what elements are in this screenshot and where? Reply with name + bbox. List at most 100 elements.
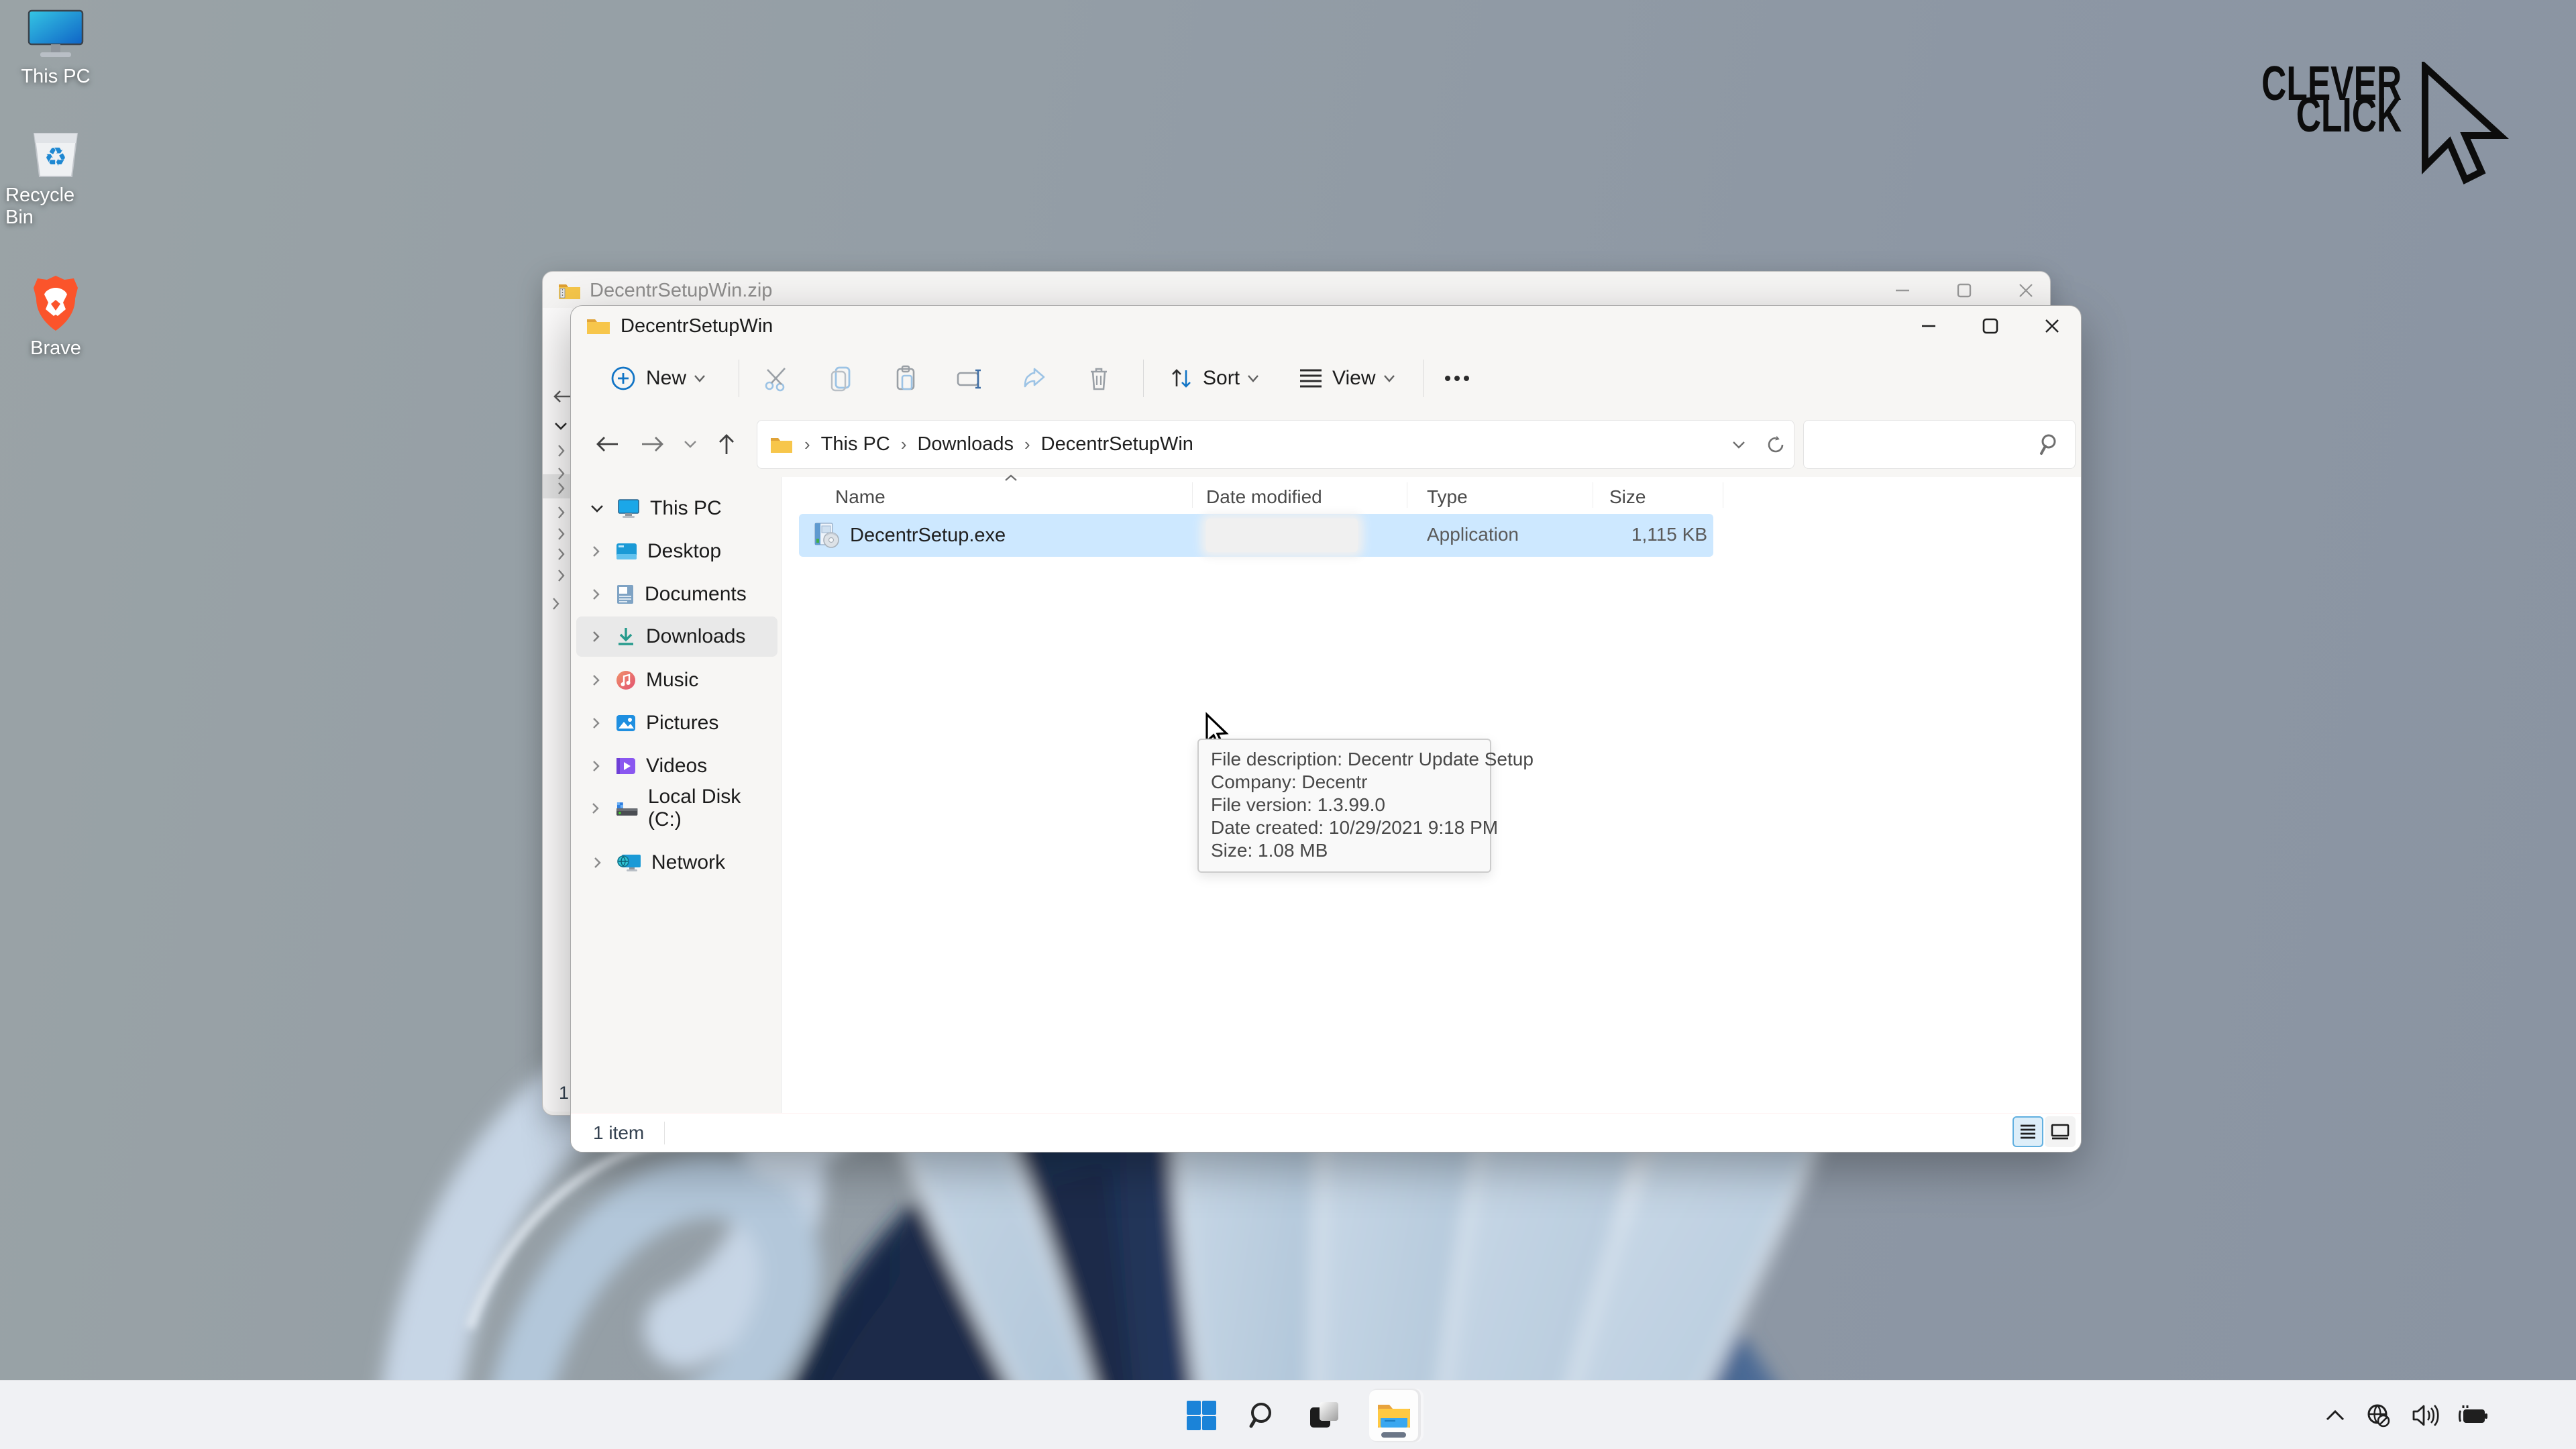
desktop-icon-this-pc[interactable]: This PC	[5, 9, 106, 88]
nav-forward-button[interactable]	[635, 427, 670, 462]
taskbar-search-button[interactable]	[1246, 1398, 1281, 1433]
refresh-icon[interactable]	[1764, 433, 1787, 456]
chevron-right-icon	[558, 468, 565, 480]
sidebar-item-label: Local Disk (C:)	[647, 786, 741, 830]
sidebar-item-network[interactable]: Network	[576, 843, 777, 883]
cursor-arrow-logo-icon	[2422, 62, 2509, 184]
task-view-button[interactable]	[1307, 1398, 1342, 1433]
explorer-maximize-button[interactable]	[1969, 307, 2012, 345]
zip-window-title: DecentrSetupWin.zip	[590, 280, 773, 301]
more-options-button[interactable]	[1437, 356, 1477, 401]
chevron-right-icon	[558, 528, 565, 540]
taskbar	[0, 1380, 2576, 1449]
chevron-right-icon[interactable]	[587, 802, 604, 815]
sort-button[interactable]: Sort	[1159, 356, 1269, 401]
chevron-right-icon[interactable]	[587, 716, 604, 730]
chevron-down-icon[interactable]	[1731, 439, 1747, 450]
file-type: Application	[1427, 524, 1519, 545]
explorer-titlebar: DecentrSetupWin	[571, 306, 2081, 346]
column-header-size[interactable]: Size	[1609, 486, 1646, 508]
desktop-folder-icon	[616, 543, 637, 559]
desktop-icons: This PC ♻ Recycle Bin Brave	[5, 7, 106, 360]
paste-button[interactable]	[884, 356, 927, 401]
breadcrumb-this-pc[interactable]: This PC	[821, 433, 890, 455]
thumbnail-view-toggle[interactable]	[2045, 1116, 2076, 1147]
new-button[interactable]: New	[598, 356, 718, 401]
nav-up-button[interactable]	[709, 427, 744, 462]
chevron-right-icon[interactable]	[587, 674, 604, 687]
copy-button[interactable]	[820, 356, 863, 401]
sidebar-item-label: Pictures	[646, 712, 719, 734]
sidebar-item-local-disk-c[interactable]: Local Disk (C:)	[576, 786, 777, 830]
task-view-icon	[1310, 1401, 1338, 1428]
sidebar-item-pictures[interactable]: Pictures	[576, 703, 777, 743]
chevron-right-icon[interactable]	[587, 759, 604, 773]
hidden-icons-button[interactable]	[2324, 1408, 2347, 1423]
sidebar-item-videos[interactable]: Videos	[576, 746, 777, 786]
explorer-minimize-button[interactable]	[1907, 307, 1950, 345]
file-list-pane: Name Date modified Type Size DecentrSetu…	[782, 474, 2081, 1114]
chevron-right-icon[interactable]	[587, 630, 604, 643]
address-bar-right	[1731, 433, 1787, 456]
brave-browser-icon	[34, 276, 78, 331]
downloads-icon	[619, 628, 633, 645]
column-header-name[interactable]: Name	[835, 486, 885, 508]
desktop-icon-brave[interactable]: Brave	[5, 273, 106, 360]
start-button[interactable]	[1184, 1398, 1219, 1433]
rename-icon	[957, 369, 981, 389]
share-button[interactable]	[1013, 356, 1056, 401]
breadcrumb-downloads[interactable]: Downloads	[917, 433, 1013, 455]
chevron-right-icon[interactable]	[587, 545, 604, 558]
volume-button[interactable]	[2411, 1403, 2439, 1428]
this-pc-icon	[618, 499, 639, 518]
rename-button[interactable]	[949, 356, 991, 401]
column-header-type[interactable]: Type	[1427, 486, 1468, 508]
minimize-icon	[1922, 325, 1935, 327]
details-view-toggle[interactable]	[2012, 1116, 2043, 1147]
column-separator[interactable]	[1192, 482, 1193, 508]
desktop: CLEVER CLICK This PC ♻ Recycle Bin Brave…	[0, 0, 2576, 1449]
zip-close-button[interactable]	[2004, 272, 2047, 309]
sidebar-item-desktop[interactable]: Desktop	[576, 531, 777, 572]
minimize-icon	[1896, 289, 1909, 292]
chevron-down-icon[interactable]	[588, 504, 606, 514]
nav-recent-chevron-button[interactable]	[673, 427, 708, 462]
sidebar-item-label: Videos	[646, 755, 708, 777]
search-input[interactable]	[1803, 420, 2076, 469]
breadcrumb-separator: ›	[804, 434, 810, 454]
zip-window-left-strip: 1	[543, 308, 572, 1112]
address-bar[interactable]: › This PC › Downloads › DecentrSetupWin	[757, 420, 1794, 469]
tooltip-file-version: File version: 1.3.99.0	[1211, 794, 1385, 815]
view-button[interactable]: View	[1288, 356, 1405, 401]
zip-maximize-button[interactable]	[1943, 272, 1986, 309]
chevron-right-icon	[558, 548, 565, 560]
thumbnail-view-icon	[2051, 1124, 2070, 1140]
chevron-right-icon	[558, 482, 565, 494]
sidebar-item-this-pc[interactable]: This PC	[576, 488, 777, 529]
column-header-date-modified[interactable]: Date modified	[1206, 486, 1322, 508]
battery-button[interactable]	[2458, 1404, 2489, 1427]
watermark-line2: CLICK	[2296, 87, 2402, 142]
arrow-forward-icon	[642, 437, 663, 451]
chevron-right-icon[interactable]	[587, 588, 604, 601]
sidebar-item-music[interactable]: Music	[576, 660, 777, 700]
sidebar-item-documents[interactable]: Documents	[576, 574, 777, 614]
sidebar-item-downloads[interactable]: Downloads	[576, 616, 777, 657]
network-status-button[interactable]	[2365, 1402, 2392, 1429]
chevron-down-icon	[694, 375, 705, 382]
chevron-right-icon	[558, 506, 565, 519]
sidebar-item-label: Documents	[645, 583, 747, 605]
zip-minimize-button[interactable]	[1881, 272, 1924, 309]
explorer-window[interactable]: DecentrSetupWin New Sort View › This PC …	[570, 305, 2082, 1152]
zip-window-titlebar: DecentrSetupWin.zip	[557, 280, 772, 302]
folder-icon	[771, 437, 792, 453]
chevron-right-icon[interactable]	[588, 856, 606, 869]
breadcrumb-decentrsetupwin[interactable]: DecentrSetupWin	[1041, 433, 1193, 455]
explorer-toolbar: New Sort View	[571, 346, 2081, 411]
explorer-close-button[interactable]	[2031, 307, 2074, 345]
file-explorer-taskbar-button[interactable]	[1369, 1389, 1418, 1441]
cut-button[interactable]	[755, 356, 798, 401]
delete-button[interactable]	[1077, 356, 1120, 401]
desktop-icon-recycle-bin[interactable]: ♻ Recycle Bin	[5, 129, 106, 229]
nav-back-button[interactable]	[590, 427, 625, 462]
